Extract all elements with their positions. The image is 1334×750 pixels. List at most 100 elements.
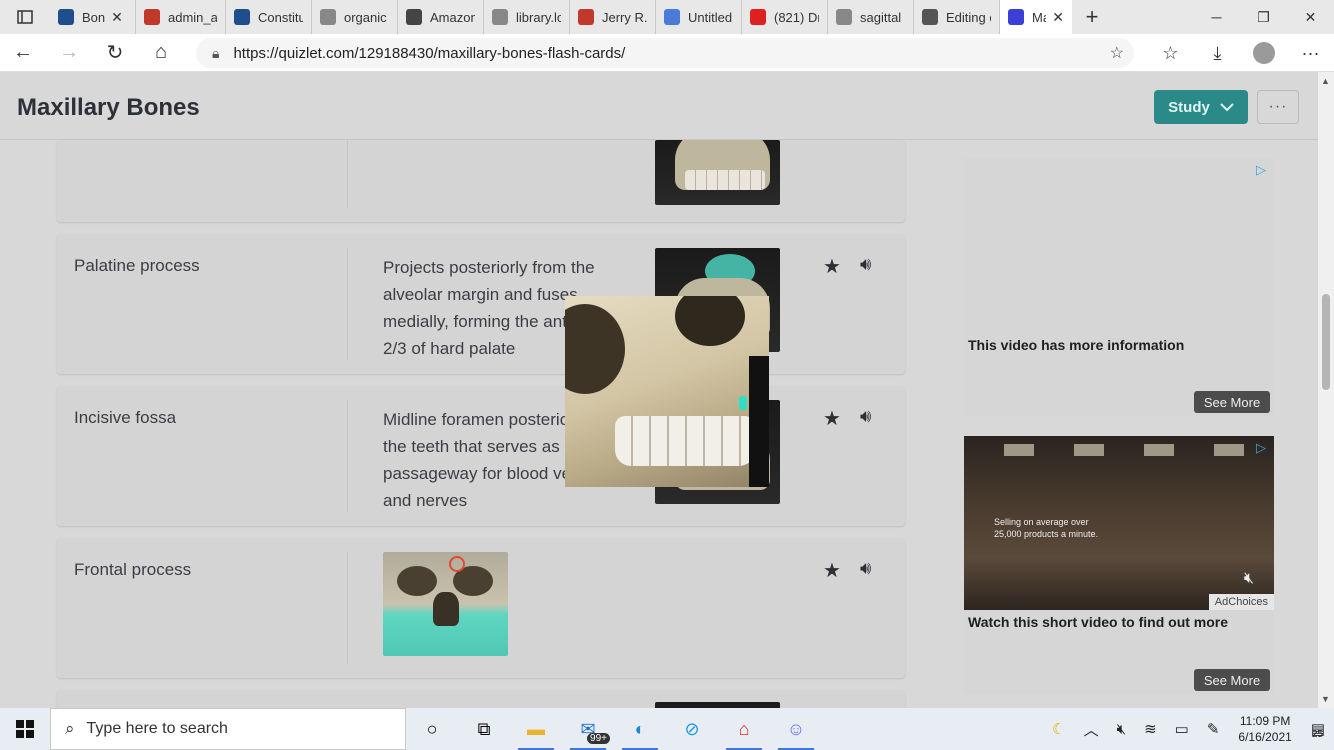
- study-label: Study: [1168, 98, 1210, 116]
- restore-button[interactable]: ❐: [1240, 0, 1287, 34]
- scrollbar-thumb[interactable]: [1322, 294, 1330, 390]
- adchoices-icon[interactable]: ▷: [1256, 440, 1266, 456]
- minimize-button[interactable]: ─: [1193, 0, 1240, 34]
- browser-tab[interactable]: Constitu: [226, 0, 312, 34]
- close-window-button[interactable]: ✕: [1287, 0, 1334, 34]
- tray-expand-icon[interactable]: ︿: [1075, 719, 1108, 740]
- downloads-icon[interactable]: ⤓: [1194, 34, 1241, 72]
- cortana-icon[interactable]: ○: [406, 708, 458, 750]
- browser-tab[interactable]: Bon ✕: [50, 0, 136, 34]
- card-term: Frontal process: [74, 560, 192, 579]
- taskbar-search[interactable]: ⌕ Type here to search: [50, 708, 406, 750]
- card-row: Palatine process Projects posteriorly fr…: [57, 234, 905, 374]
- tab-actions-icon: [17, 10, 33, 24]
- search-icon: ⌕: [65, 719, 75, 738]
- tab-favicon-icon: [578, 9, 594, 25]
- edge-browser-icon[interactable]: ◐: [614, 708, 666, 750]
- set-header: Maxillary Bones Study ···: [0, 72, 1318, 140]
- page-scrollbar[interactable]: ▲ ▼: [1318, 72, 1334, 708]
- adchoices-icon[interactable]: ▷: [1256, 162, 1266, 178]
- close-tab-icon[interactable]: ✕: [1052, 9, 1064, 26]
- star-icon[interactable]: ★: [823, 406, 841, 431]
- pen-icon[interactable]: ✎: [1198, 720, 1229, 738]
- tab-label: library.lo: [516, 9, 561, 25]
- discord-icon[interactable]: ☺: [770, 708, 822, 750]
- see-more-button[interactable]: See More: [1194, 669, 1270, 691]
- address-bar-row: ← → ↻ ⌂ 🔒︎ https://quizlet.com/129188430…: [0, 34, 1334, 72]
- acrobat-icon[interactable]: ⌂: [718, 708, 770, 750]
- tab-favicon-icon: [1008, 9, 1024, 25]
- card-image[interactable]: [655, 140, 780, 205]
- task-view-icon[interactable]: ⧉: [458, 708, 510, 750]
- audio-icon[interactable]: 🔊︎: [860, 254, 871, 275]
- tab-label: organic: [344, 9, 387, 25]
- favorites-icon[interactable]: ☆: [1147, 34, 1194, 72]
- browser-tab[interactable]: Untitled: [656, 0, 742, 34]
- browser-tab[interactable]: admin_a: [136, 0, 226, 34]
- card-image[interactable]: [383, 552, 508, 656]
- browser-tab[interactable]: Max ✕: [1000, 0, 1072, 34]
- clock[interactable]: 11:09 PM 6/16/2021: [1228, 713, 1301, 745]
- browser-tab[interactable]: (821) Dra: [742, 0, 828, 34]
- tab-favicon-icon: [750, 9, 766, 25]
- add-favorite-icon[interactable]: ☆: [1110, 43, 1124, 63]
- browser-tab[interactable]: library.lo: [484, 0, 570, 34]
- mute-icon[interactable]: 🔇︎: [1244, 570, 1254, 588]
- windows-logo-icon: [16, 720, 34, 738]
- browser-tab[interactable]: Amazon: [398, 0, 484, 34]
- ad-video[interactable]: Selling on average over 25,000 products …: [964, 436, 1274, 610]
- see-more-button[interactable]: See More: [1194, 391, 1270, 413]
- home-button[interactable]: ⌂: [138, 34, 184, 72]
- volume-muted-icon[interactable]: 🔇︎: [1108, 721, 1135, 738]
- tab-favicon-icon: [664, 9, 680, 25]
- close-tab-icon[interactable]: ✕: [111, 9, 123, 26]
- tab-favicon-icon: [58, 9, 74, 25]
- more-options-button[interactable]: ···: [1257, 90, 1299, 124]
- audio-icon[interactable]: 🔊︎: [860, 558, 871, 579]
- browser-tab[interactable]: Editing c: [914, 0, 1000, 34]
- browser-tab[interactable]: Jerry R. N: [570, 0, 656, 34]
- battery-icon[interactable]: ▭: [1166, 720, 1198, 738]
- system-tray: ☾ ︿ 🔇︎ ≋ ▭ ✎ 11:09 PM 6/16/2021 ▤ 25: [1043, 708, 1334, 750]
- scroll-down-icon[interactable]: ▼: [1321, 694, 1330, 704]
- start-button[interactable]: [0, 708, 50, 750]
- browser-tab[interactable]: sagittal s: [828, 0, 914, 34]
- mail-icon[interactable]: ✉ 99+: [562, 708, 614, 750]
- chevron-down-icon: [1220, 103, 1234, 112]
- tab-label: Untitled: [688, 9, 733, 25]
- audio-icon[interactable]: 🔊︎: [860, 406, 871, 427]
- tab-label: admin_a: [168, 9, 217, 25]
- adchoices-label[interactable]: AdChoices: [1208, 594, 1274, 610]
- url-field[interactable]: 🔒︎ https://quizlet.com/129188430/maxilla…: [196, 38, 1134, 68]
- new-tab-button[interactable]: +: [1072, 4, 1112, 30]
- tab-label: (821) Dra: [774, 9, 819, 25]
- scroll-up-icon[interactable]: ▲: [1321, 76, 1330, 86]
- star-icon[interactable]: ★: [823, 558, 841, 583]
- forward-button[interactable]: →: [46, 34, 92, 72]
- tab-favicon-icon: [406, 9, 422, 25]
- tab-actions-button[interactable]: [0, 0, 50, 34]
- clock-time: 11:09 PM: [1239, 714, 1291, 728]
- tab-favicon-icon: [234, 9, 250, 25]
- tab-favicon-icon: [144, 9, 160, 25]
- ad-text: Watch this short video to find out more: [968, 614, 1229, 630]
- tab-favicon-icon: [922, 9, 938, 25]
- browser-tab[interactable]: organic: [312, 0, 398, 34]
- study-button[interactable]: Study: [1154, 90, 1248, 124]
- star-icon[interactable]: ★: [823, 254, 841, 279]
- card-row: [57, 690, 905, 708]
- file-explorer-icon[interactable]: ▬: [510, 708, 562, 750]
- page-title: Maxillary Bones: [17, 94, 200, 121]
- refresh-button[interactable]: ↻: [92, 34, 138, 72]
- profile-avatar[interactable]: [1253, 42, 1275, 64]
- settings-more-icon[interactable]: ···: [1287, 34, 1334, 72]
- card-row: Frontal process ★ 🔊︎: [57, 538, 905, 678]
- night-light-icon[interactable]: ☾: [1043, 720, 1074, 738]
- browser-tab-bar: Bon ✕ admin_a Constitu organic Amazon library.…: [0, 0, 1334, 34]
- tab-label: Bon: [82, 9, 106, 25]
- search-placeholder: Type here to search: [86, 720, 228, 737]
- app-icon[interactable]: ⊘: [666, 708, 718, 750]
- wifi-icon[interactable]: ≋: [1135, 720, 1166, 738]
- back-button[interactable]: ←: [0, 34, 46, 72]
- notifications-icon[interactable]: ▤ 25: [1302, 720, 1334, 740]
